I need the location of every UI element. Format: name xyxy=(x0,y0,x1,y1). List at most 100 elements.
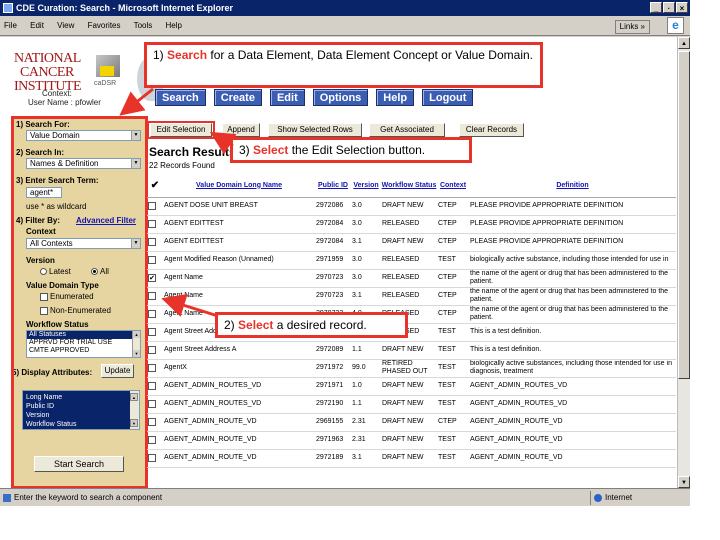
search-panel-highlight xyxy=(11,116,148,488)
menu-favorites[interactable]: Favorites xyxy=(88,21,121,30)
scroll-down-icon[interactable]: ▼ xyxy=(678,476,690,488)
cell-context: CTEP xyxy=(437,197,469,216)
column-header-public-id[interactable]: Public ID xyxy=(315,175,351,198)
row-checkbox[interactable] xyxy=(147,287,163,306)
maximize-button[interactable]: · xyxy=(663,2,675,13)
minimize-button[interactable]: _ xyxy=(650,2,662,13)
table-row[interactable]: AGENT_ADMIN_ROUTE_VD 2972189 3.1 DRAFT NEW T… xyxy=(147,449,676,468)
links-toolbar[interactable]: Links » xyxy=(614,20,650,34)
table-row[interactable]: AGENT EDITTEST 2972084 3.0 RELEASED CTEP PLEA… xyxy=(147,215,676,234)
checkbox-icon[interactable] xyxy=(148,309,156,318)
cell-public-id: 2972089 xyxy=(315,341,351,360)
checkbox-icon[interactable] xyxy=(148,255,156,264)
column-header-definition[interactable]: Definition xyxy=(469,175,676,198)
column-header-context[interactable]: Context xyxy=(437,175,469,198)
checkbox-icon[interactable]: ✔ xyxy=(148,273,156,282)
nav-options[interactable]: Options xyxy=(312,89,369,106)
row-checkbox[interactable] xyxy=(147,377,163,396)
show-selected-rows-button[interactable]: Show Selected Rows xyxy=(268,123,362,137)
cell-context: CTEP xyxy=(437,215,469,234)
nav-search[interactable]: Search xyxy=(155,89,206,106)
ie-page-icon xyxy=(3,3,13,13)
ie-logo-icon: e xyxy=(667,17,684,34)
scroll-thumb[interactable] xyxy=(678,51,690,379)
status-bar: Enter the keyword to search a component … xyxy=(0,488,690,506)
title-bar: CDE Curation: Search - Microsoft Interne… xyxy=(0,0,690,16)
table-row[interactable]: AGENT_ADMIN_ROUTE_VD 2971963 2.31 DRAFT NEW… xyxy=(147,431,676,450)
checkbox-icon[interactable] xyxy=(148,399,156,408)
row-checkbox[interactable] xyxy=(147,323,163,342)
table-row[interactable]: AGENT_ADMIN_ROUTES_VD 2972190 1.1 DRAFT NEW… xyxy=(147,395,676,414)
column-header-long-name[interactable]: Value Domain Long Name xyxy=(163,175,315,198)
cell-long-name: AGENT_ADMIN_ROUTE_VD xyxy=(163,413,315,432)
table-row[interactable]: Agent Name 2970723 3.1 RELEASED CTEP the name… xyxy=(147,287,676,306)
cell-definition: PLEASE PROVIDE APPROPRIATE DEFINITION xyxy=(469,215,676,234)
row-checkbox[interactable] xyxy=(147,413,163,432)
table-row[interactable]: AGENT_ADMIN_ROUTES_VD 2971971 1.0 DRAFT NEW… xyxy=(147,377,676,396)
row-checkbox[interactable] xyxy=(147,233,163,252)
cell-workflow-status: RELEASED xyxy=(381,287,437,306)
cell-definition: biologically active substance, including… xyxy=(469,251,676,270)
table-row[interactable]: AGENT DOSE UNIT BREAST 2972086 3.0 DRAFT NE… xyxy=(147,197,676,216)
row-checkbox[interactable] xyxy=(147,395,163,414)
cell-context: TEST xyxy=(437,377,469,396)
table-row[interactable]: AgentX 2971972 99.0 RETIRED PHASED OUT TEST b… xyxy=(147,359,676,378)
nav-create[interactable]: Create xyxy=(213,89,262,106)
nav-logout[interactable]: Logout xyxy=(422,89,474,106)
cell-workflow-status: RETIRED PHASED OUT xyxy=(381,359,437,378)
cell-version: 1.1 xyxy=(351,341,381,360)
cadsr-logo: caDSR xyxy=(90,52,128,92)
column-header-workflow[interactable]: Workflow Status xyxy=(381,175,437,198)
row-checkbox[interactable] xyxy=(147,215,163,234)
row-checkbox[interactable] xyxy=(147,197,163,216)
table-row[interactable]: ✔ Agent Name 2970723 3.0 RELEASED CTEP the nam… xyxy=(147,269,676,288)
menu-edit[interactable]: Edit xyxy=(30,21,44,30)
table-row[interactable]: Agent Street Address A 2972089 1.1 DRAFT NE… xyxy=(147,341,676,360)
table-row[interactable]: AGENT EDITTEST 2972084 3.1 DRAFT NEW CTEP PLE… xyxy=(147,233,676,252)
cell-long-name: AGENT EDITTEST xyxy=(163,233,315,252)
checkbox-icon[interactable] xyxy=(148,327,156,336)
results-count: 22 Records Found xyxy=(149,161,215,170)
row-checkbox[interactable] xyxy=(147,431,163,450)
get-associated-button[interactable]: Get Associated xyxy=(369,123,445,137)
menu-file[interactable]: File xyxy=(4,21,17,30)
nav-edit[interactable]: Edit xyxy=(269,89,305,106)
table-header-row: ✔ Value Domain Long Name Public ID Versi… xyxy=(147,175,676,198)
checkbox-icon[interactable] xyxy=(148,219,156,228)
page-scrollbar[interactable]: ▲ ▼ xyxy=(677,37,690,488)
cell-public-id: 2971963 xyxy=(315,431,351,450)
row-checkbox[interactable] xyxy=(147,251,163,270)
row-checkbox[interactable] xyxy=(147,449,163,468)
checkbox-icon[interactable] xyxy=(148,435,156,444)
cell-version: 2.31 xyxy=(351,413,381,432)
row-checkbox[interactable] xyxy=(147,341,163,360)
cell-context: CTEP xyxy=(437,269,469,288)
table-row[interactable]: AGENT_ADMIN_ROUTE_VD 2969155 2.31 DRAFT NEW… xyxy=(147,413,676,432)
checkbox-icon[interactable] xyxy=(148,417,156,426)
cell-context: TEST xyxy=(437,395,469,414)
nav-help[interactable]: Help xyxy=(376,89,415,106)
row-checkbox[interactable] xyxy=(147,305,163,324)
column-header-version[interactable]: Version xyxy=(351,175,381,198)
close-button[interactable]: × xyxy=(676,2,688,13)
checkbox-icon[interactable] xyxy=(148,345,156,354)
cell-public-id: 2972189 xyxy=(315,449,351,468)
checkbox-icon[interactable] xyxy=(148,201,156,210)
cell-long-name: AGENT_ADMIN_ROUTES_VD xyxy=(163,395,315,414)
checkbox-icon[interactable] xyxy=(148,381,156,390)
row-checkbox[interactable]: ✔ xyxy=(147,269,163,288)
menu-view[interactable]: View xyxy=(57,21,74,30)
callout-step-2: 2) Select a desired record. xyxy=(215,312,408,338)
menu-help[interactable]: Help xyxy=(166,21,182,30)
checkbox-icon[interactable] xyxy=(148,291,156,300)
checkbox-icon[interactable] xyxy=(148,363,156,372)
checkbox-icon[interactable] xyxy=(148,453,156,462)
menu-tools[interactable]: Tools xyxy=(134,21,153,30)
checkbox-icon[interactable] xyxy=(148,237,156,246)
scroll-up-icon[interactable]: ▲ xyxy=(678,37,690,49)
clear-records-button[interactable]: Clear Records xyxy=(459,123,524,137)
row-checkbox[interactable] xyxy=(147,359,163,378)
append-button[interactable]: Append xyxy=(222,123,260,137)
cell-context: CTEP xyxy=(437,413,469,432)
table-row[interactable]: Agent Modified Reason (Unnamed) 2971959 3.… xyxy=(147,251,676,270)
